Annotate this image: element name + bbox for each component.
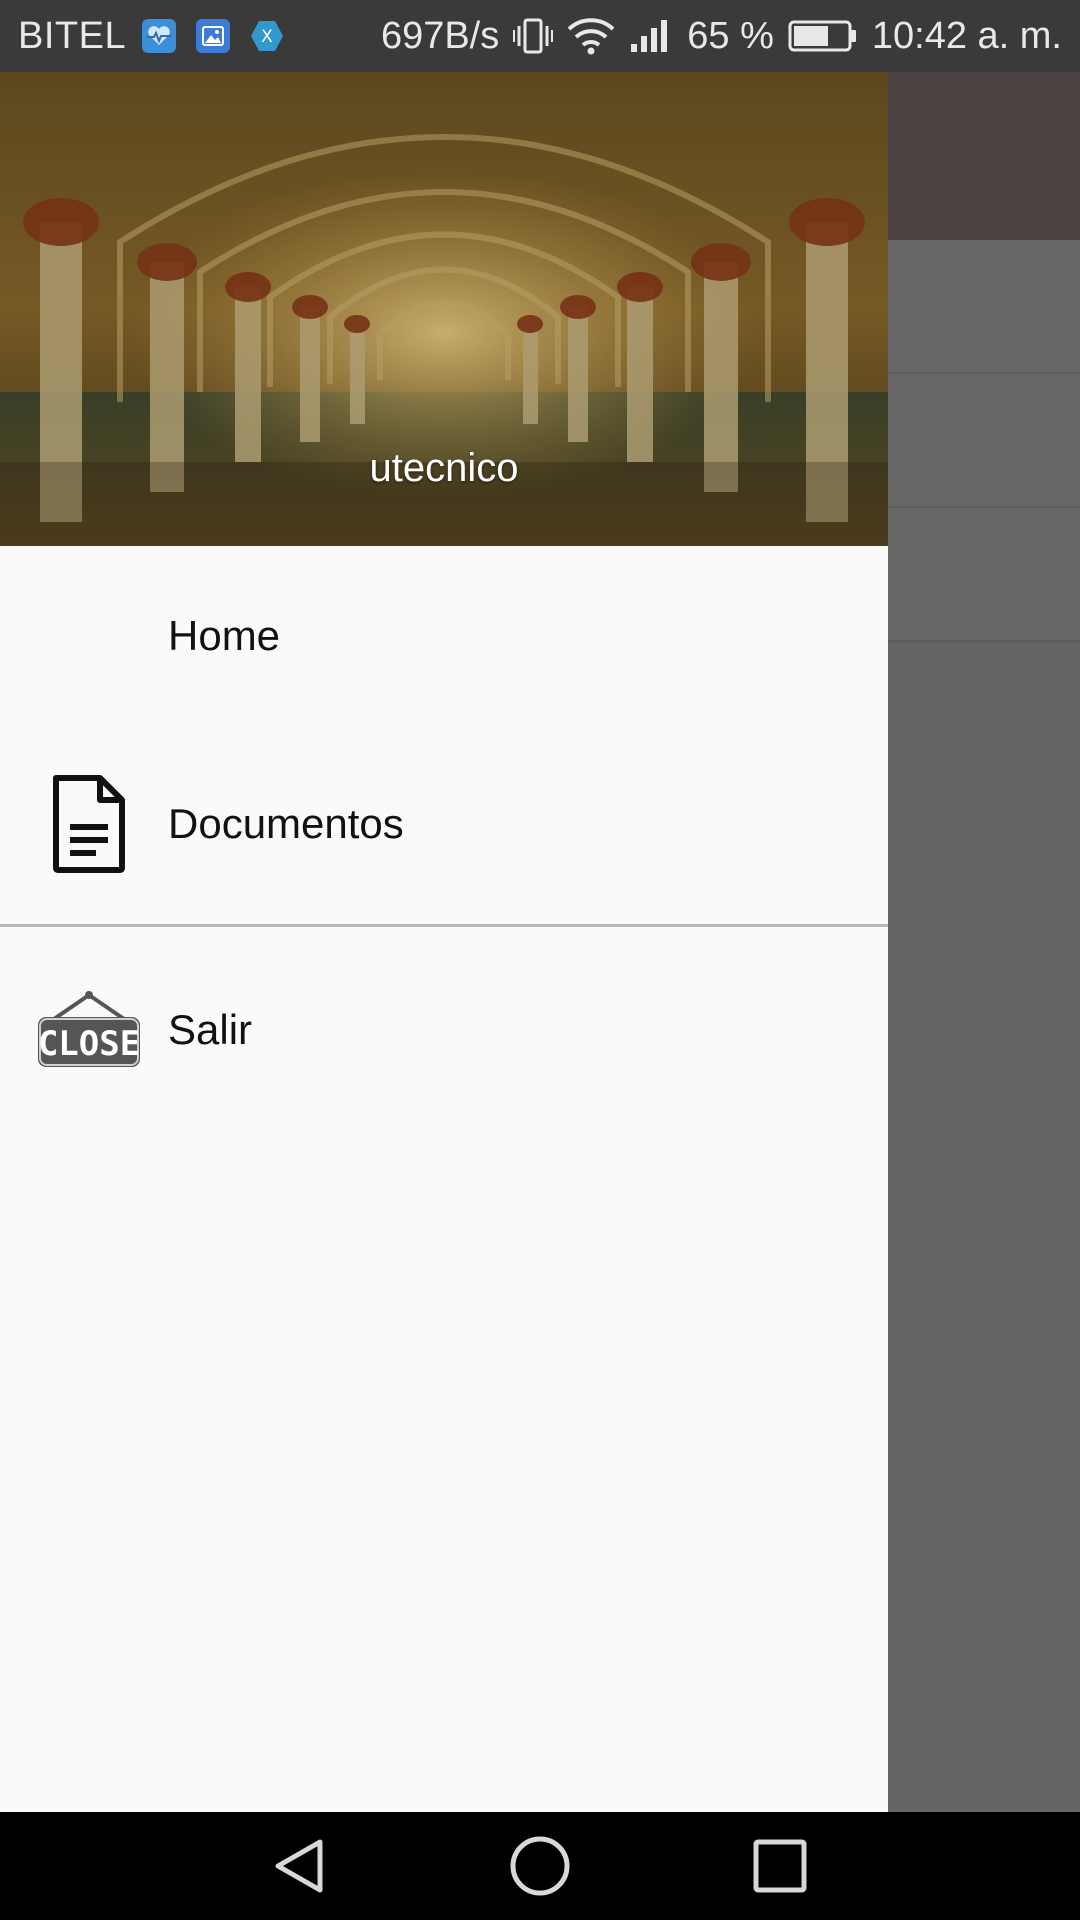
battery-fill [793,26,828,46]
vibrate-icon [513,18,554,54]
gallery-app-icon [196,19,231,53]
xamarin-app-icon: X [250,19,284,53]
drawer-item-label: Documentos [168,800,404,847]
health-app-icon [142,19,177,53]
drawer-item-documentos[interactable]: Documentos [0,726,888,922]
drawer-divider [0,924,888,927]
status-right: 697B/s 65 % 10:42 a. m. [381,15,1062,58]
home-button[interactable] [508,1834,572,1898]
back-triangle-icon [275,1839,323,1893]
carrier-name: BITEL [18,14,127,57]
drawer-item-home[interactable]: Home [0,546,888,726]
wifi-icon [567,17,615,55]
status-bar: BITEL X 697B/s 65 % 10:42 a. m. [0,0,1080,72]
navigation-bar [0,1812,1080,1920]
drawer-item-label: Salir [168,1006,253,1053]
navigation-drawer: utecnico Home Documentos CLOSE Salir [0,72,888,1812]
close-sign-icon: CLOSE [36,989,142,1071]
battery-icon [788,19,858,53]
back-button[interactable] [268,1834,332,1898]
drawer-item-salir[interactable]: CLOSE Salir [0,930,888,1130]
clock: 10:42 a. m. [871,14,1062,57]
svg-text:X: X [261,27,273,47]
signal-icon [629,18,673,54]
network-speed: 697B/s [380,14,500,57]
home-circle-icon [510,1836,570,1896]
status-left: BITEL X [18,15,304,58]
battery-percent: 65 % [687,14,774,57]
close-sign-text: CLOSE [38,1024,140,1064]
drawer-username: utecnico [369,446,519,490]
drawer-header: utecnico [0,72,888,546]
document-icon [36,774,142,874]
recents-button[interactable] [748,1834,812,1898]
drawer-item-label: Home [168,612,281,659]
recents-square-icon [753,1839,807,1893]
